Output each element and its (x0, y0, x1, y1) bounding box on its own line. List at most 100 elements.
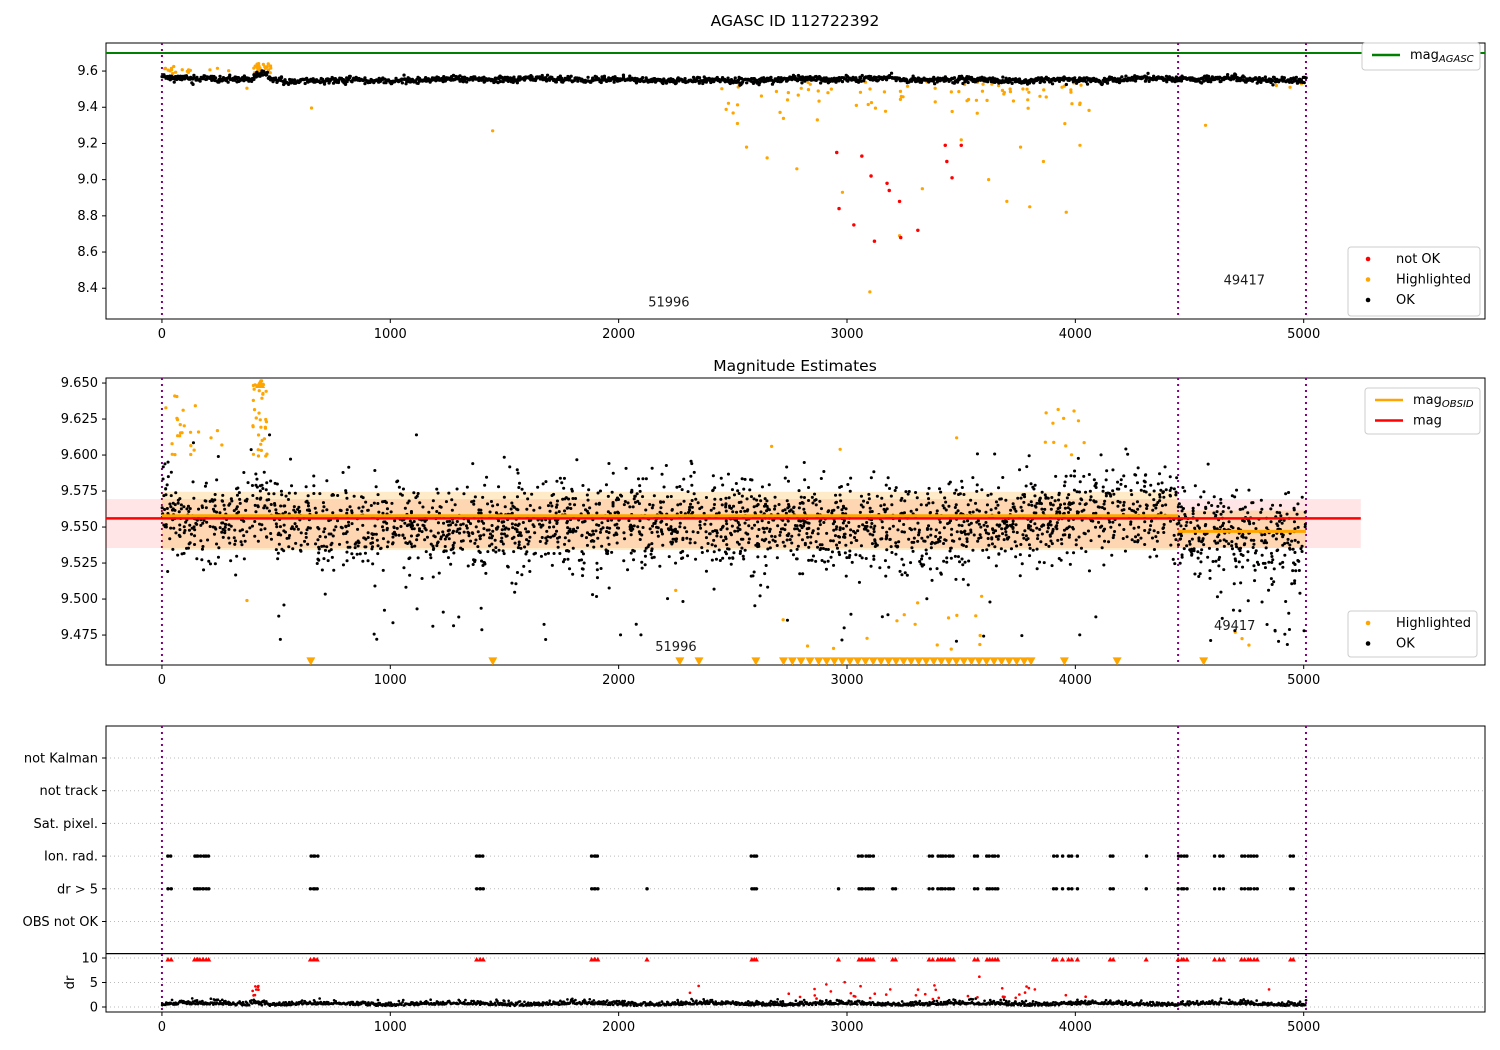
legend-label: mag (1413, 414, 1442, 429)
clipped-low-triangle (929, 657, 939, 665)
clipped-low-triangle (982, 657, 992, 665)
y-tick-label: 9.575 (61, 484, 98, 499)
clipped-low-triangle (837, 657, 847, 665)
clipped-low-triangle (796, 657, 806, 665)
x-tick-label: 0 (158, 1020, 166, 1035)
dr-clipped-marker (1184, 956, 1190, 962)
clipped-low-triangle (779, 657, 789, 665)
figure-canvas: AGASC ID 112722392 Magnitude Estimates 9… (0, 0, 1500, 1050)
x-tick-label: 4000 (1059, 327, 1092, 342)
dr-clipped-marker (1074, 956, 1080, 962)
clipped-low-triangle (868, 657, 878, 665)
category-label: Sat. pixel. (34, 817, 98, 832)
y-tick-label: 9.550 (61, 520, 98, 535)
x-tick-label: 1000 (374, 673, 407, 688)
clipped-low-triangle (805, 657, 815, 665)
obsid-annotation: 49417 (1224, 274, 1265, 289)
clipped-low-triangle (906, 657, 916, 665)
dr-flagged-points (251, 975, 1271, 1001)
clipped-low-triangle (944, 657, 954, 665)
clipped-low-triangle (845, 657, 855, 665)
y-tick-label: 9.625 (61, 412, 98, 427)
clipped-low-triangle (921, 657, 931, 665)
dr-clipped-marker (1143, 956, 1149, 962)
dr-clipped-marker (835, 956, 842, 962)
dr-tick-label: 10 (81, 952, 98, 967)
clipped-low-triangle (1012, 657, 1022, 665)
legend-label: Highlighted (1396, 616, 1471, 631)
clipped-low-triangle (306, 657, 316, 665)
dr-clipped-marker (168, 956, 174, 962)
clipped-low-triangle (814, 657, 824, 665)
not-ok-points (835, 143, 963, 243)
clipped-low-triangle (1059, 657, 1069, 665)
clipped-low-triangle (675, 657, 685, 665)
clipped-low-triangle (860, 657, 870, 665)
dr-clipped-marker (1069, 956, 1075, 962)
dr-clipped-marker (1212, 956, 1218, 962)
x-tick-label: 3000 (830, 327, 863, 342)
dr-tick-label: 0 (90, 1001, 98, 1016)
clipped-low-triangle (1026, 657, 1036, 665)
y-tick-label: 8.4 (77, 281, 98, 296)
y-tick-label: 9.650 (61, 376, 98, 391)
clipped-low-triangle (951, 657, 961, 665)
dr-clipped-marker (1254, 956, 1260, 962)
dr-axis-label: dr (63, 975, 78, 989)
middle-plot-content (106, 379, 1361, 665)
clipped-low-triangle (936, 657, 946, 665)
bottom-plot-content (160, 854, 1308, 1008)
legend-label: Highlighted (1396, 273, 1471, 288)
legend-label: OK (1396, 293, 1415, 308)
x-tick-label: 3000 (830, 1020, 863, 1035)
clipped-low-triangle (751, 657, 761, 665)
clipped-low-triangle (989, 657, 999, 665)
clipped-low-triangle (853, 657, 863, 665)
clipped-low-triangle (966, 657, 976, 665)
clipped-low-triangle (884, 657, 894, 665)
dr-clipped-marker (1220, 956, 1227, 962)
clipped-low-triangle (822, 657, 832, 665)
top-plot-frame (105, 42, 1486, 320)
highlighted-points (163, 62, 1304, 294)
legend-label: not OK (1396, 252, 1441, 267)
dr-tick-label: 5 (90, 976, 98, 991)
category-label: not Kalman (24, 752, 98, 767)
x-tick-label: 2000 (602, 1020, 635, 1035)
x-tick-label: 5000 (1287, 673, 1320, 688)
x-tick-label: 4000 (1059, 1020, 1092, 1035)
obsid-annotation: 51996 (655, 640, 696, 655)
clipped-low-triangle (829, 657, 839, 665)
category-label: Ion. rad. (44, 850, 98, 865)
y-tick-label: 8.6 (77, 245, 98, 260)
dr-clipped-marker (1059, 956, 1066, 962)
y-tick-label: 9.6 (77, 64, 98, 79)
clipped-low-triangle (997, 657, 1007, 665)
y-tick-label: 9.600 (61, 448, 98, 463)
x-tick-label: 1000 (374, 327, 407, 342)
y-tick-label: 9.2 (77, 136, 98, 151)
top-plot-content (106, 51, 1485, 294)
clipped-low-triangle (899, 657, 909, 665)
clipped-low-triangle (876, 657, 886, 665)
obsid-annotation: 49417 (1214, 619, 1255, 634)
clipped-low-triangle (787, 657, 797, 665)
x-tick-label: 5000 (1287, 327, 1320, 342)
x-tick-label: 5000 (1287, 1020, 1320, 1035)
obsid-annotation: 51996 (648, 295, 689, 310)
clipped-low-triangle (488, 657, 498, 665)
y-tick-label: 9.4 (77, 100, 98, 115)
middle-plot-title: Magnitude Estimates (713, 357, 877, 375)
y-tick-label: 9.0 (77, 173, 98, 188)
category-label: OBS not OK (23, 915, 99, 930)
clipped-low-triangle (694, 657, 704, 665)
dr-clipped-marker (644, 956, 650, 962)
plots-svg: 9.69.49.29.08.88.68.40 1000 2000 3000 4000 50… (23, 42, 1486, 1035)
x-tick-label: 3000 (830, 673, 863, 688)
bottom-plot-frame (105, 725, 1486, 1013)
category-label: not track (39, 784, 98, 799)
dr-ok-points (160, 997, 1308, 1008)
clipped-low-triangle (959, 657, 969, 665)
clipped-low-triangle (1112, 657, 1122, 665)
x-tick-label: 2000 (602, 673, 635, 688)
